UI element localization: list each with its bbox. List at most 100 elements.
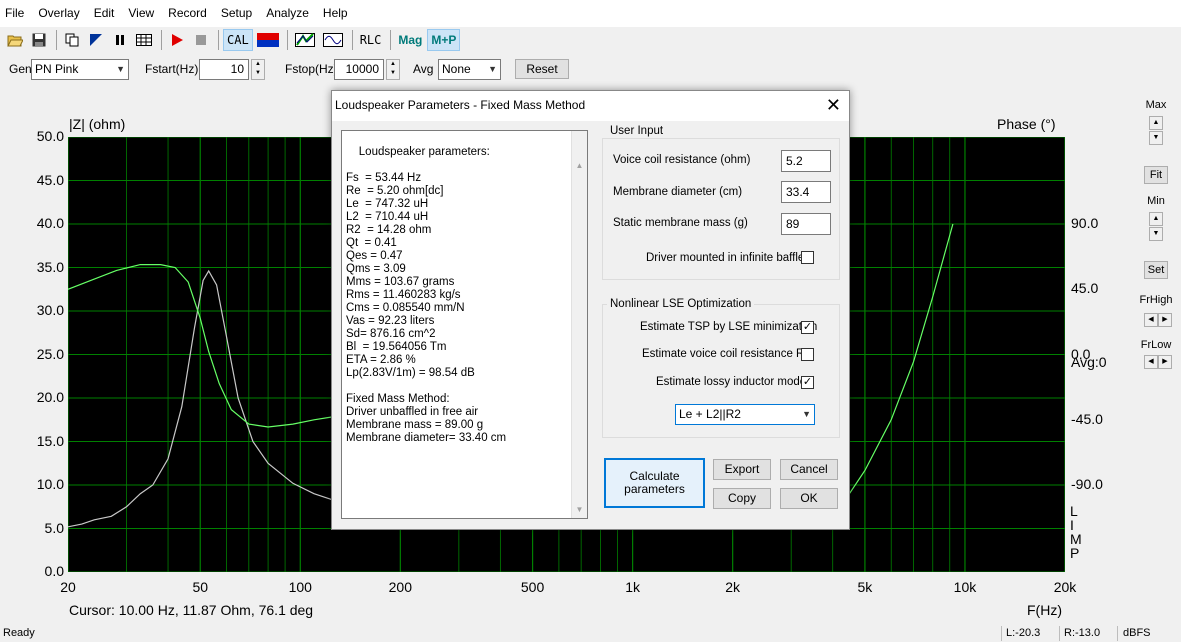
membrane-diameter-label: Membrane diameter (cm) bbox=[613, 186, 743, 198]
record-play-icon[interactable] bbox=[166, 29, 188, 51]
x-tick-label: 1k bbox=[625, 579, 640, 595]
avg-label: Avg bbox=[413, 62, 434, 76]
reset-button[interactable]: Reset bbox=[515, 59, 569, 79]
y-left-tick-label: 20.0 bbox=[36, 389, 64, 405]
export-button[interactable]: Export bbox=[713, 459, 771, 480]
scroll-down-icon[interactable]: ▼ bbox=[572, 503, 587, 516]
y-left-tick-label: 15.0 bbox=[36, 432, 64, 449]
menu-edit[interactable]: Edit bbox=[87, 0, 122, 27]
spectrum-icon[interactable] bbox=[292, 29, 318, 51]
inductor-model-value: Le + L2||R2 bbox=[679, 407, 741, 421]
max-up-button[interactable]: ▲ bbox=[1149, 116, 1163, 130]
menu-help[interactable]: Help bbox=[316, 0, 355, 27]
cal-button[interactable]: CAL bbox=[223, 29, 253, 51]
copy-window-icon[interactable] bbox=[61, 29, 83, 51]
dialog-titlebar: Loudspeaker Parameters - Fixed Mass Meth… bbox=[332, 91, 849, 121]
pause-icon[interactable] bbox=[109, 29, 131, 51]
fstop-input[interactable]: 10000 bbox=[334, 59, 384, 80]
scroll-up-icon[interactable]: ▲ bbox=[572, 159, 587, 172]
menu-overlay[interactable]: Overlay bbox=[31, 0, 86, 27]
lse-tsp-checkbox[interactable]: ✓ bbox=[801, 321, 814, 334]
channel-icon[interactable] bbox=[255, 29, 281, 51]
membrane-diameter-input[interactable]: 33.4 bbox=[781, 181, 831, 203]
cancel-button[interactable]: Cancel bbox=[780, 459, 838, 480]
chart-type-icon[interactable] bbox=[85, 29, 107, 51]
waveform-icon[interactable] bbox=[320, 29, 346, 51]
open-folder-icon[interactable] bbox=[4, 29, 26, 51]
copy-button[interactable]: Copy bbox=[713, 488, 771, 509]
lse-tsp-label: Estimate TSP by LSE minimization bbox=[640, 321, 818, 333]
x-axis-title: F(Hz) bbox=[1027, 602, 1062, 618]
results-textbox[interactable]: Loudspeaker parameters: Fs = 53.44 Hz Re… bbox=[341, 130, 588, 519]
fit-button[interactable]: Fit bbox=[1144, 166, 1168, 184]
table-icon[interactable] bbox=[133, 29, 155, 51]
y-left-tick-label: 10.0 bbox=[36, 476, 64, 492]
infinite-baffle-checkbox[interactable] bbox=[801, 251, 814, 264]
y-left-axis-title: |Z| (ohm) bbox=[69, 116, 126, 132]
voice-coil-input[interactable]: 5.2 bbox=[781, 150, 831, 172]
chevron-down-icon: ▼ bbox=[802, 409, 811, 419]
min-up-button[interactable]: ▲ bbox=[1149, 212, 1163, 226]
x-tick-label: 500 bbox=[520, 579, 545, 595]
checkmark-icon: ✓ bbox=[802, 376, 813, 388]
rlc-button[interactable]: RLC bbox=[357, 29, 385, 51]
dialog-title: Loudspeaker Parameters - Fixed Mass Meth… bbox=[335, 98, 586, 112]
stop-icon[interactable] bbox=[190, 29, 212, 51]
results-scrollbar[interactable]: ▲ ▼ bbox=[571, 131, 587, 518]
close-icon[interactable]: ✕ bbox=[826, 95, 841, 115]
menu-analyze[interactable]: Analyze bbox=[259, 0, 316, 27]
avg-value: None bbox=[442, 62, 471, 76]
menu-file[interactable]: File bbox=[0, 0, 31, 27]
limp-letter-m: M bbox=[1070, 531, 1082, 547]
lse-title: Nonlinear LSE Optimization bbox=[607, 298, 755, 310]
limp-letter-i: I bbox=[1070, 517, 1074, 533]
max-down-button[interactable]: ▼ bbox=[1149, 131, 1163, 145]
calculate-parameters-button[interactable]: Calculate parameters bbox=[604, 458, 705, 508]
toolbar: CAL RLC Mag M+P bbox=[0, 27, 1181, 53]
lossy-inductor-checkbox[interactable]: ✓ bbox=[801, 376, 814, 389]
min-down-button[interactable]: ▼ bbox=[1149, 227, 1163, 241]
user-input-title: User Input bbox=[607, 125, 667, 137]
membrane-mass-label: Static membrane mass (g) bbox=[613, 217, 748, 229]
status-separator bbox=[1059, 626, 1060, 641]
avg-select[interactable]: None ▼ bbox=[438, 59, 501, 80]
status-separator bbox=[1117, 626, 1118, 641]
frhigh-right-button[interactable]: ▶ bbox=[1158, 313, 1172, 327]
membrane-mass-input[interactable]: 89 bbox=[781, 213, 831, 235]
menu-setup[interactable]: Setup bbox=[214, 0, 259, 27]
max-label: Max bbox=[1145, 99, 1167, 111]
infinite-baffle-label: Driver mounted in infinite baffle bbox=[646, 252, 805, 264]
x-tick-label: 100 bbox=[288, 579, 312, 595]
checkmark-icon: ✓ bbox=[802, 321, 813, 333]
toolbar-separator bbox=[218, 30, 219, 50]
min-label: Min bbox=[1147, 195, 1165, 207]
calculate-label-line2: parameters bbox=[624, 482, 685, 496]
gen-value: PN Pink bbox=[35, 62, 79, 76]
y-left-tick-label: 30.0 bbox=[36, 302, 64, 318]
menu-view[interactable]: View bbox=[121, 0, 161, 27]
estimate-re-checkbox[interactable] bbox=[801, 348, 814, 361]
frhigh-left-button[interactable]: ◀ bbox=[1144, 313, 1158, 327]
inductor-model-select[interactable]: Le + L2||R2 ▼ bbox=[675, 404, 815, 425]
limp-letter-l: L bbox=[1070, 503, 1078, 519]
save-icon[interactable] bbox=[28, 29, 50, 51]
mag-button[interactable]: Mag bbox=[395, 29, 425, 51]
frlow-left-button[interactable]: ◀ bbox=[1144, 355, 1158, 369]
y-right-tick-label: 45.0 bbox=[1071, 280, 1099, 297]
mag-phase-button[interactable]: M+P bbox=[427, 29, 461, 51]
fstart-input[interactable]: 10 bbox=[199, 59, 249, 80]
menu-record[interactable]: Record bbox=[161, 0, 214, 27]
loudspeaker-params-dialog: Loudspeaker Parameters - Fixed Mass Meth… bbox=[331, 90, 850, 530]
y-left-tick-label: 35.0 bbox=[36, 258, 64, 275]
gen-label: Gen bbox=[9, 62, 32, 76]
fstop-spinner[interactable]: ▲ ▼ bbox=[386, 59, 400, 80]
fstart-spinner[interactable]: ▲ ▼ bbox=[251, 59, 265, 80]
frlow-right-button[interactable]: ▶ bbox=[1158, 355, 1172, 369]
estimate-re-label: Estimate voice coil resistance Re bbox=[642, 348, 811, 360]
set-button[interactable]: Set bbox=[1144, 261, 1168, 279]
y-left-tick-label: 0.0 bbox=[44, 563, 64, 579]
ok-button[interactable]: OK bbox=[780, 488, 838, 509]
toolbar-separator bbox=[286, 30, 288, 50]
chevron-down-icon: ▼ bbox=[116, 64, 125, 74]
gen-select[interactable]: PN Pink ▼ bbox=[31, 59, 129, 80]
